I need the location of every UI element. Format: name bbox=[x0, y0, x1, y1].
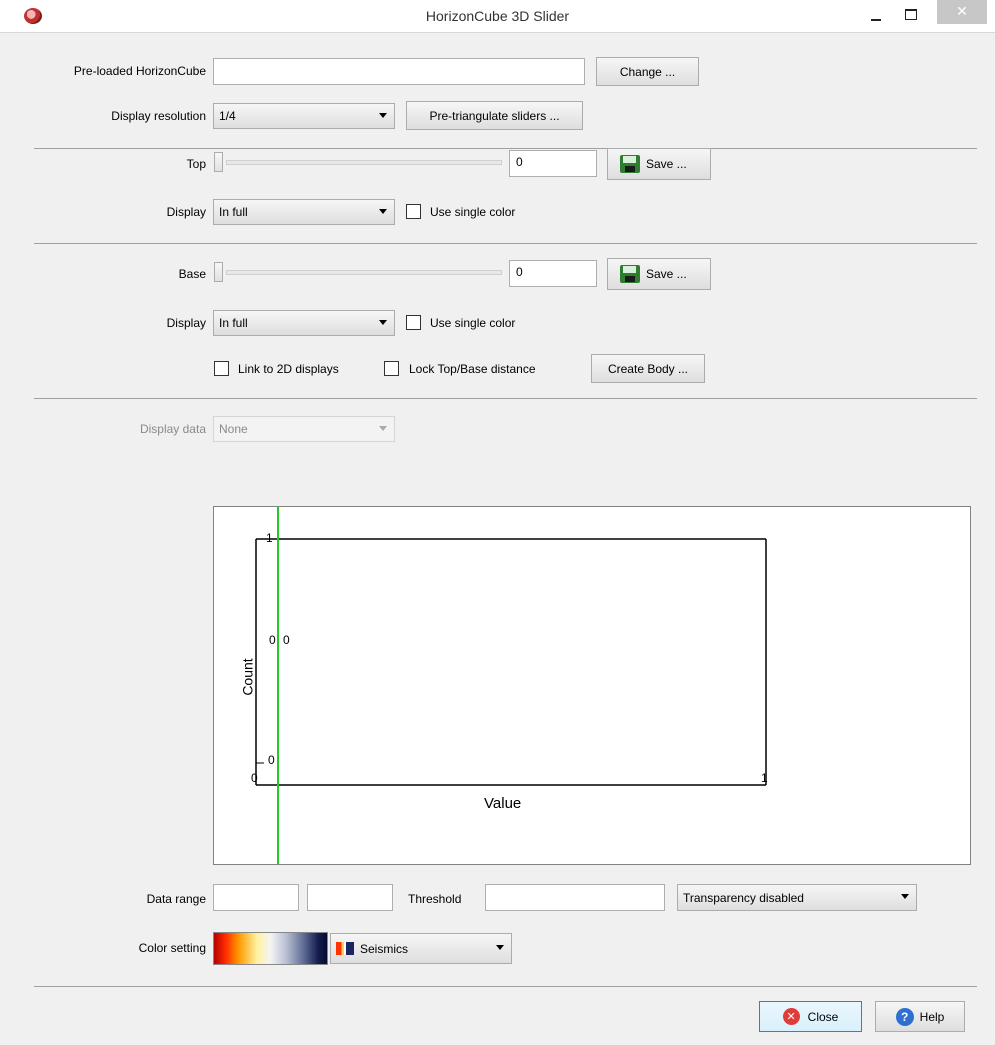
base-display-label: Display bbox=[166, 316, 206, 330]
marker-label: 0 bbox=[269, 633, 276, 647]
chevron-down-icon bbox=[496, 945, 504, 950]
top-save-label: Save ... bbox=[646, 157, 687, 171]
top-save-button[interactable]: Save ... bbox=[607, 148, 711, 180]
data-range-min-field[interactable] bbox=[213, 884, 299, 911]
x-tick-label: 1 bbox=[761, 771, 768, 785]
resolution-select[interactable]: 1/4 bbox=[213, 103, 395, 129]
horizoncube-label: Pre-loaded HorizonCube bbox=[73, 64, 206, 78]
base-save-button[interactable]: Save ... bbox=[607, 258, 711, 290]
pretriangulate-button[interactable]: Pre-triangulate sliders ... bbox=[406, 101, 583, 130]
color-setting-label: Color setting bbox=[138, 941, 206, 955]
top-single-color-checkbox[interactable] bbox=[406, 204, 421, 219]
help-button[interactable]: ? Help bbox=[875, 1001, 965, 1032]
window-title: HorizonCube 3D Slider bbox=[425, 8, 570, 24]
chevron-down-icon bbox=[379, 320, 387, 325]
slider-handle[interactable] bbox=[214, 262, 223, 282]
separator bbox=[34, 243, 977, 244]
y-tick-label: 1 bbox=[266, 531, 273, 545]
slider-track bbox=[226, 270, 502, 275]
seismics-colortable-icon bbox=[336, 942, 354, 955]
separator bbox=[34, 398, 977, 399]
slider-handle[interactable] bbox=[214, 152, 223, 172]
top-display-value: In full bbox=[219, 205, 248, 219]
top-slider[interactable] bbox=[214, 152, 502, 172]
chevron-down-icon bbox=[379, 209, 387, 214]
base-single-color-label: Use single color bbox=[430, 316, 516, 330]
help-label: Help bbox=[919, 1009, 945, 1024]
slider-track bbox=[226, 160, 502, 165]
transparency-value: Transparency disabled bbox=[683, 890, 804, 905]
create-body-button[interactable]: Create Body ... bbox=[591, 354, 705, 383]
y-tick-label: 0 bbox=[268, 753, 275, 767]
threshold-field[interactable] bbox=[485, 884, 665, 911]
marker-label: 0 bbox=[283, 633, 290, 647]
lock-distance-label: Lock Top/Base distance bbox=[409, 362, 536, 376]
window-close-button[interactable]: ✕ bbox=[937, 0, 987, 24]
lock-distance-checkbox[interactable] bbox=[384, 361, 399, 376]
horizoncube-field[interactable] bbox=[213, 58, 585, 85]
histogram-plot[interactable]: 1 0 0 1 0 0 Value Count bbox=[213, 506, 971, 865]
separator bbox=[34, 148, 977, 149]
top-display-label: Display bbox=[166, 205, 206, 219]
base-single-color-checkbox[interactable] bbox=[406, 315, 421, 330]
close-button[interactable]: ✕ Close bbox=[759, 1001, 862, 1032]
separator bbox=[34, 986, 977, 987]
display-data-value: None bbox=[219, 422, 248, 436]
threshold-label: Threshold bbox=[408, 892, 462, 906]
transparency-select[interactable]: Transparency disabled bbox=[677, 884, 917, 911]
display-data-label: Display data bbox=[139, 422, 206, 436]
floppy-disk-icon bbox=[620, 265, 640, 283]
base-display-value: In full bbox=[219, 316, 248, 330]
resolution-value: 1/4 bbox=[219, 109, 236, 123]
base-save-label: Save ... bbox=[646, 267, 687, 281]
close-label: Close bbox=[807, 1009, 839, 1024]
change-button[interactable]: Change ... bbox=[596, 57, 699, 86]
x-axis-title: Value bbox=[484, 795, 522, 812]
display-data-select[interactable]: None bbox=[213, 416, 395, 442]
link-2d-label: Link to 2D displays bbox=[238, 362, 339, 376]
top-label: Top bbox=[186, 157, 206, 171]
close-circle-icon: ✕ bbox=[782, 1008, 800, 1025]
base-label: Base bbox=[178, 267, 206, 281]
colortable-select[interactable]: Seismics bbox=[330, 933, 512, 964]
base-display-select[interactable]: In full bbox=[213, 310, 395, 336]
chevron-down-icon bbox=[379, 426, 387, 431]
base-value-field[interactable]: 0 bbox=[509, 260, 597, 287]
maximize-button[interactable] bbox=[901, 5, 921, 25]
histogram-svg bbox=[255, 507, 767, 864]
help-circle-icon: ? bbox=[895, 1007, 914, 1026]
top-single-color-label: Use single color bbox=[430, 205, 516, 219]
floppy-disk-icon bbox=[620, 155, 640, 173]
resolution-label: Display resolution bbox=[111, 109, 206, 123]
data-range-max-field[interactable] bbox=[307, 884, 393, 911]
top-value-field[interactable]: 0 bbox=[509, 150, 597, 177]
colortable-value: Seismics bbox=[360, 941, 409, 956]
colorbar-preview[interactable] bbox=[213, 932, 328, 965]
chevron-down-icon bbox=[379, 113, 387, 118]
data-range-label: Data range bbox=[146, 892, 206, 906]
base-slider[interactable] bbox=[214, 262, 502, 282]
chevron-down-icon bbox=[901, 894, 909, 899]
link-2d-checkbox[interactable] bbox=[214, 361, 229, 376]
x-tick-label: 0 bbox=[251, 771, 258, 785]
top-display-select[interactable]: In full bbox=[213, 199, 395, 225]
minimize-button[interactable] bbox=[866, 5, 886, 25]
y-axis-title: Count bbox=[239, 658, 256, 696]
